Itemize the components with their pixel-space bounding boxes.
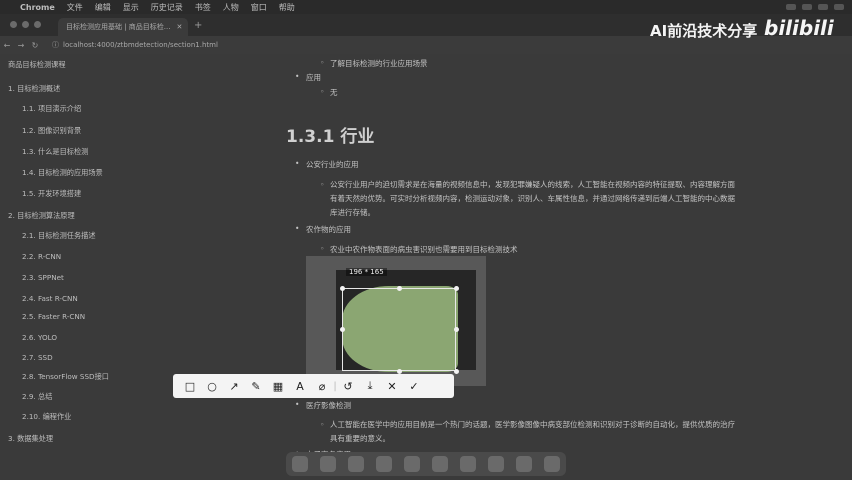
- resize-handle[interactable]: [340, 327, 345, 332]
- resize-handle[interactable]: [340, 286, 345, 291]
- list-item: 医疗影像检测: [295, 400, 351, 411]
- toc-item[interactable]: 2.2. R-CNN: [22, 252, 61, 261]
- resize-handle[interactable]: [454, 369, 459, 374]
- toc-item[interactable]: 1.4. 目标检测的应用场景: [22, 168, 103, 178]
- zoom-window-button[interactable]: [34, 21, 41, 28]
- mac-menubar: Chrome 文件 编辑 显示 历史记录 书签 人物 窗口 帮助: [0, 0, 852, 14]
- list-item: 无: [321, 87, 338, 98]
- pen-icon[interactable]: ✎: [245, 376, 267, 396]
- info-icon: ⓘ: [52, 41, 59, 49]
- paragraph: 人工智能在医学中的应用目前是一个热门的话题，医学影像图像中病变部位检测和识别对于…: [320, 418, 740, 446]
- toc-item[interactable]: 2.8. TensorFlow SSD接口: [22, 372, 109, 382]
- list-item: 农作物的应用: [295, 224, 351, 235]
- window-controls: [10, 21, 41, 28]
- toc-item[interactable]: 2.4. Fast R-CNN: [22, 294, 78, 303]
- dock-app-icon[interactable]: [404, 456, 420, 472]
- menu-app-name[interactable]: Chrome: [20, 3, 55, 12]
- resize-handle[interactable]: [454, 286, 459, 291]
- resize-handle[interactable]: [454, 327, 459, 332]
- forward-icon[interactable]: →: [14, 41, 28, 50]
- menu-item[interactable]: 历史记录: [151, 2, 183, 13]
- toc-item[interactable]: 3. 数据集处理: [8, 434, 53, 444]
- undo-icon[interactable]: ↺: [337, 376, 359, 396]
- toc-item[interactable]: 2. 目标检测算法原理: [8, 211, 75, 221]
- selection-dimensions: 196 * 165: [346, 268, 387, 276]
- address-bar[interactable]: ⓘ localhost:4000/ztbmdetection/section1.…: [52, 39, 312, 51]
- close-window-button[interactable]: [10, 21, 17, 28]
- menu-item[interactable]: 窗口: [251, 2, 267, 13]
- menu-item[interactable]: 显示: [123, 2, 139, 13]
- menu-item[interactable]: 书签: [195, 2, 211, 13]
- toc-sidebar: 商品目标检测课程 1. 目标检测概述 1.1. 项目演示介绍 1.2. 图像识别…: [0, 54, 138, 480]
- text-icon[interactable]: A: [289, 376, 311, 396]
- screenshot-selection-box[interactable]: [342, 288, 456, 371]
- close-icon[interactable]: ✕: [381, 376, 403, 396]
- new-tab-button[interactable]: +: [194, 20, 202, 31]
- toc-item[interactable]: 2.3. SPPNet: [22, 273, 64, 282]
- menu-item[interactable]: 帮助: [279, 2, 295, 13]
- close-tab-icon[interactable]: ✕: [176, 23, 182, 31]
- dock-app-icon[interactable]: [376, 456, 392, 472]
- dock-app-icon[interactable]: [432, 456, 448, 472]
- toc-item[interactable]: 1.3. 什么是目标检测: [22, 147, 88, 157]
- toc-item[interactable]: 1.5. 开发环境搭建: [22, 189, 81, 199]
- ellipse-icon[interactable]: ○: [201, 376, 223, 396]
- rectangle-icon[interactable]: □: [179, 376, 201, 396]
- mosaic-icon[interactable]: ▦: [267, 376, 289, 396]
- toc-item[interactable]: 1. 目标检测概述: [8, 84, 60, 94]
- browser-tab[interactable]: 目标检测应用基础 | 商品目标检... ✕: [58, 18, 188, 36]
- screenshot-toolbar: □ ○ ↗ ✎ ▦ A ⌀ | ↺ ⤓ ✕ ✓: [173, 374, 454, 398]
- mac-dock: [286, 452, 566, 476]
- section-heading: 1.3.1 行业: [286, 127, 375, 147]
- toc-item[interactable]: 2.1. 目标检测任务描述: [22, 231, 96, 241]
- dock-app-icon[interactable]: [348, 456, 364, 472]
- dock-app-icon[interactable]: [460, 456, 476, 472]
- confirm-icon[interactable]: ✓: [403, 376, 425, 396]
- dock-app-icon[interactable]: [320, 456, 336, 472]
- list-item: 了解目标检测的行业应用场景: [320, 58, 427, 69]
- download-icon[interactable]: ⤓: [359, 376, 381, 396]
- dock-app-icon[interactable]: [488, 456, 504, 472]
- minimize-window-button[interactable]: [22, 21, 29, 28]
- back-icon[interactable]: ←: [0, 41, 14, 50]
- list-item: 公安行业的应用: [295, 159, 358, 170]
- status-icons: [786, 0, 844, 14]
- paragraph: 公安行业用户的迫切需求是在海量的视频信息中，发现犯罪嫌疑人的线索，人工智能在视频…: [320, 178, 740, 220]
- watermark-text: AI前沿技术分享: [650, 22, 758, 40]
- paragraph: 农业中农作物表面的病虫害识别也需要用到目标检测技术: [320, 244, 517, 255]
- address-text: localhost:4000/ztbmdetection/section1.ht…: [63, 41, 218, 49]
- toc-item[interactable]: 2.9. 总结: [22, 392, 52, 402]
- arrow-icon[interactable]: ↗: [223, 376, 245, 396]
- list-item: 应用: [295, 72, 321, 83]
- toc-title: 商品目标检测课程: [8, 60, 66, 69]
- menu-item[interactable]: 人物: [223, 2, 239, 13]
- toc-item[interactable]: 2.6. YOLO: [22, 333, 57, 342]
- toc-item[interactable]: 1.2. 图像识别背景: [22, 126, 81, 136]
- toc-item[interactable]: 2.7. SSD: [22, 353, 53, 362]
- reload-icon[interactable]: ↻: [28, 41, 42, 50]
- tab-title: 目标检测应用基础 | 商品目标检...: [66, 23, 171, 31]
- toc-item[interactable]: 2.5. Faster R-CNN: [22, 312, 85, 321]
- marker-icon[interactable]: ⌀: [311, 376, 333, 396]
- menu-item[interactable]: 编辑: [95, 2, 111, 13]
- dock-app-icon[interactable]: [516, 456, 532, 472]
- bilibili-logo: bilibili: [764, 16, 834, 40]
- dock-app-icon[interactable]: [544, 456, 560, 472]
- toc-item[interactable]: 2.10. 编程作业: [22, 412, 71, 422]
- menu-item[interactable]: 文件: [67, 2, 83, 13]
- toc-item[interactable]: 1.1. 项目演示介绍: [22, 104, 81, 114]
- dock-app-icon[interactable]: [292, 456, 308, 472]
- resize-handle[interactable]: [397, 286, 402, 291]
